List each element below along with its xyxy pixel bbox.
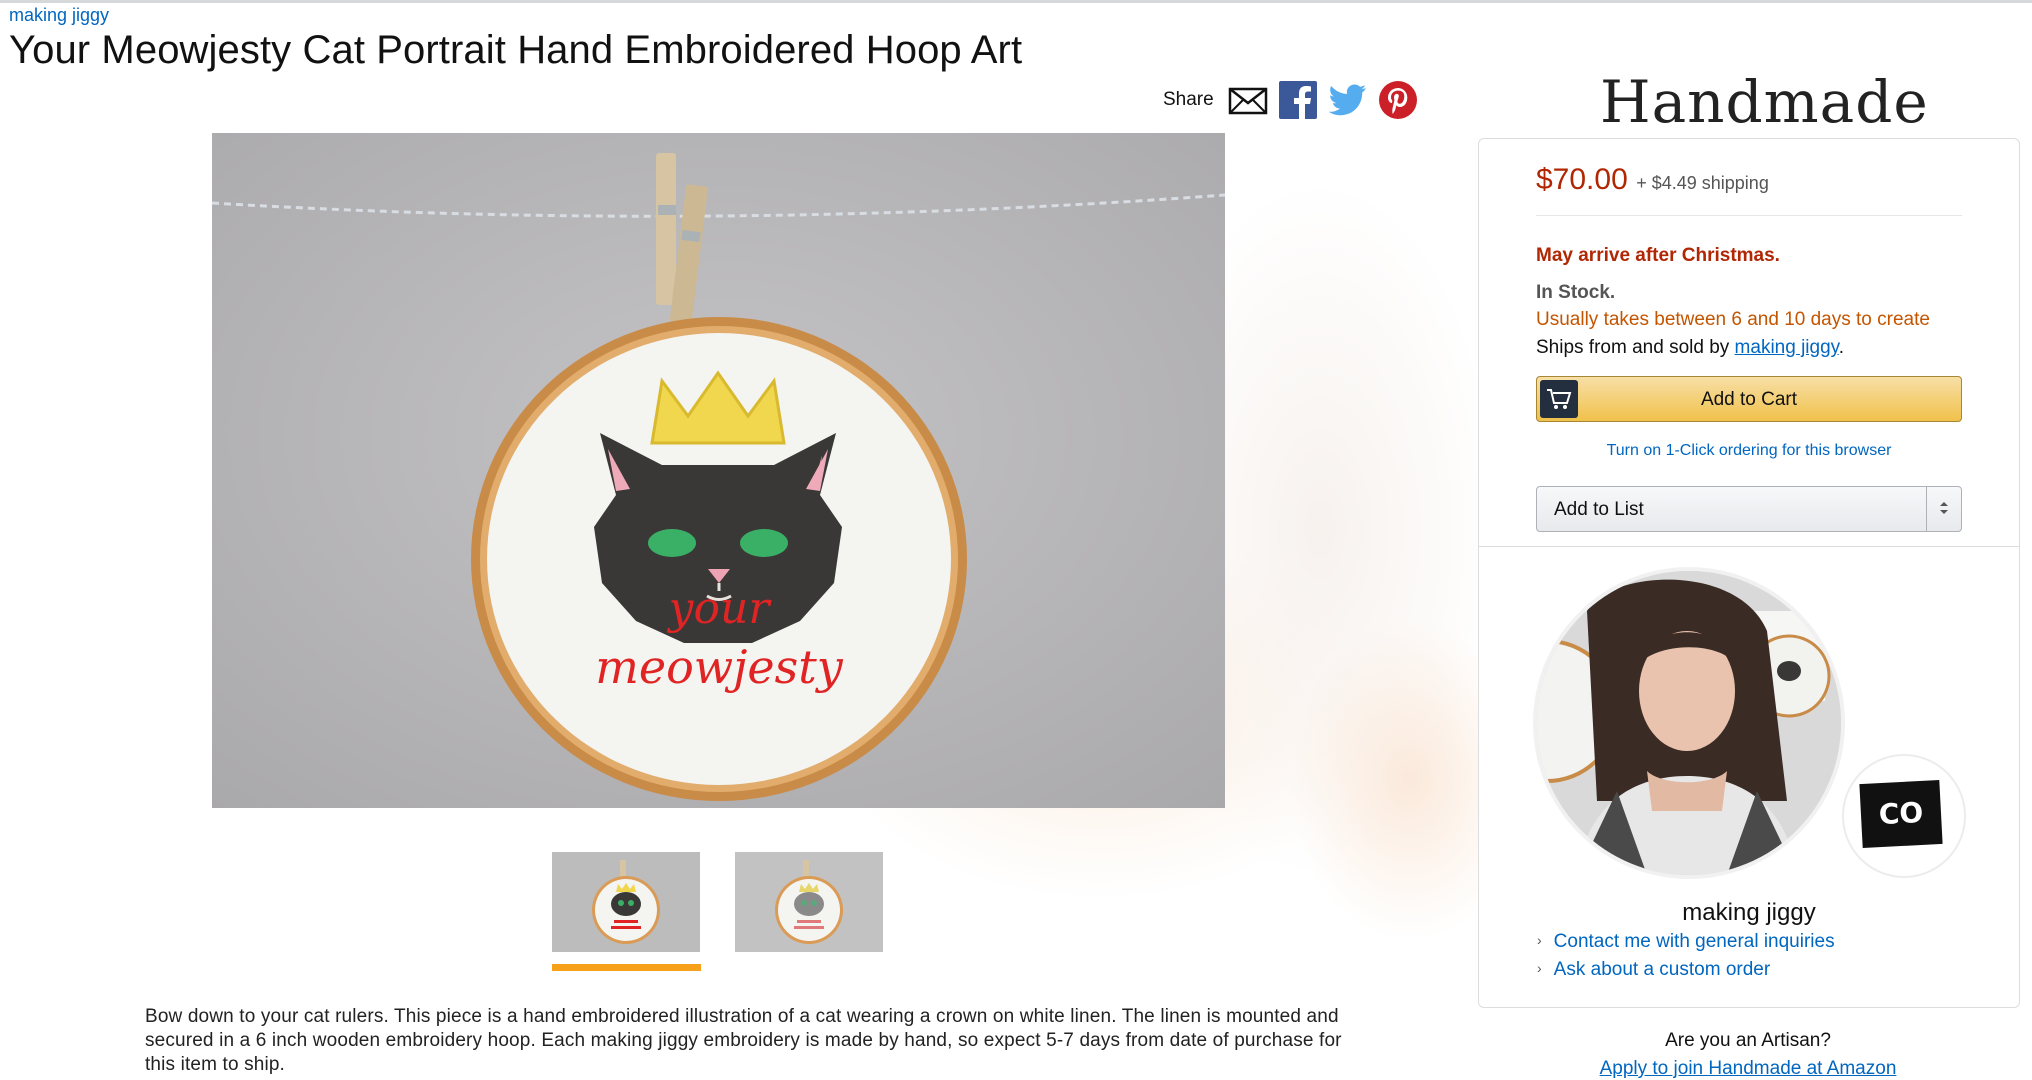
brand-link[interactable]: making jiggy bbox=[9, 5, 109, 26]
contact-inquiries-link[interactable]: › Contact me with general inquiries bbox=[1537, 931, 1835, 953]
artisan-name[interactable]: making jiggy bbox=[1479, 899, 2019, 927]
seller-link[interactable]: making jiggy bbox=[1735, 337, 1839, 358]
divider bbox=[1536, 215, 1962, 216]
twitter-icon[interactable] bbox=[1328, 81, 1368, 119]
artisan-logo-badge: CO bbox=[1842, 754, 1966, 878]
thumbnail-1[interactable] bbox=[552, 852, 700, 952]
share-bar: Share bbox=[1163, 80, 1428, 120]
add-to-list-dropdown[interactable]: Add to List bbox=[1536, 486, 1962, 532]
product-description: Bow down to your cat rulers. This piece … bbox=[145, 1006, 1342, 1075]
hoop-text-line2: meowjesty bbox=[595, 640, 843, 694]
main-product-image[interactable]: your meowjesty bbox=[212, 133, 1225, 808]
one-click-link[interactable]: Turn on 1-Click ordering for this browse… bbox=[1479, 442, 2019, 460]
facebook-icon[interactable] bbox=[1278, 81, 1318, 119]
ships-from-prefix: Ships from and sold by bbox=[1536, 337, 1730, 358]
chevron-right-icon: › bbox=[1537, 932, 1542, 948]
lead-time: Usually takes between 6 and 10 days to c… bbox=[1536, 309, 1930, 330]
price: $70.00 bbox=[1536, 163, 1628, 196]
dropdown-arrows-icon bbox=[1939, 500, 1949, 516]
artisan-avatar[interactable] bbox=[1537, 571, 1841, 875]
thumbnail-2[interactable] bbox=[735, 852, 883, 952]
dropdown-divider bbox=[1926, 487, 1927, 531]
shipping-cost: + $4.49 shipping bbox=[1636, 173, 1769, 193]
stock-status: In Stock. bbox=[1536, 282, 1616, 303]
artisan-question: Are you an Artisan? bbox=[1665, 1030, 1831, 1051]
section-divider bbox=[1479, 546, 2019, 547]
price-row: $70.00 + $4.49 shipping bbox=[1536, 163, 1769, 197]
chevron-right-icon: › bbox=[1537, 960, 1542, 976]
ships-from-suffix: . bbox=[1838, 337, 1845, 358]
add-to-cart-label: Add to Cart bbox=[1700, 389, 1798, 410]
contact-inquiries-label[interactable]: Contact me with general inquiries bbox=[1554, 931, 1835, 952]
arrival-notice: May arrive after Christmas. bbox=[1536, 245, 1780, 266]
artisan-logo-text: CO bbox=[1859, 779, 1943, 849]
custom-order-label[interactable]: Ask about a custom order bbox=[1554, 959, 1771, 980]
pinterest-icon[interactable] bbox=[1378, 81, 1418, 119]
product-title: Your Meowjesty Cat Portrait Hand Embroid… bbox=[9, 28, 1023, 72]
handmade-logo[interactable]: Handmade bbox=[1600, 68, 1929, 136]
add-to-cart-button[interactable]: Add to Cart bbox=[1536, 376, 1962, 422]
add-to-list-label: Add to List bbox=[1554, 499, 1644, 520]
selected-thumbnail-indicator bbox=[552, 964, 701, 971]
top-divider bbox=[0, 0, 2032, 3]
apply-handmade-link[interactable]: Apply to join Handmade at Amazon bbox=[1478, 1058, 2018, 1080]
ships-from: Ships from and sold by making jiggy. bbox=[1536, 337, 1844, 359]
share-label: Share bbox=[1163, 89, 1214, 110]
email-icon[interactable] bbox=[1228, 81, 1268, 119]
custom-order-link[interactable]: › Ask about a custom order bbox=[1537, 959, 1770, 981]
hoop-text-line1: your bbox=[667, 583, 773, 634]
buy-box: $70.00 + $4.49 shipping May arrive after… bbox=[1478, 138, 2020, 1008]
